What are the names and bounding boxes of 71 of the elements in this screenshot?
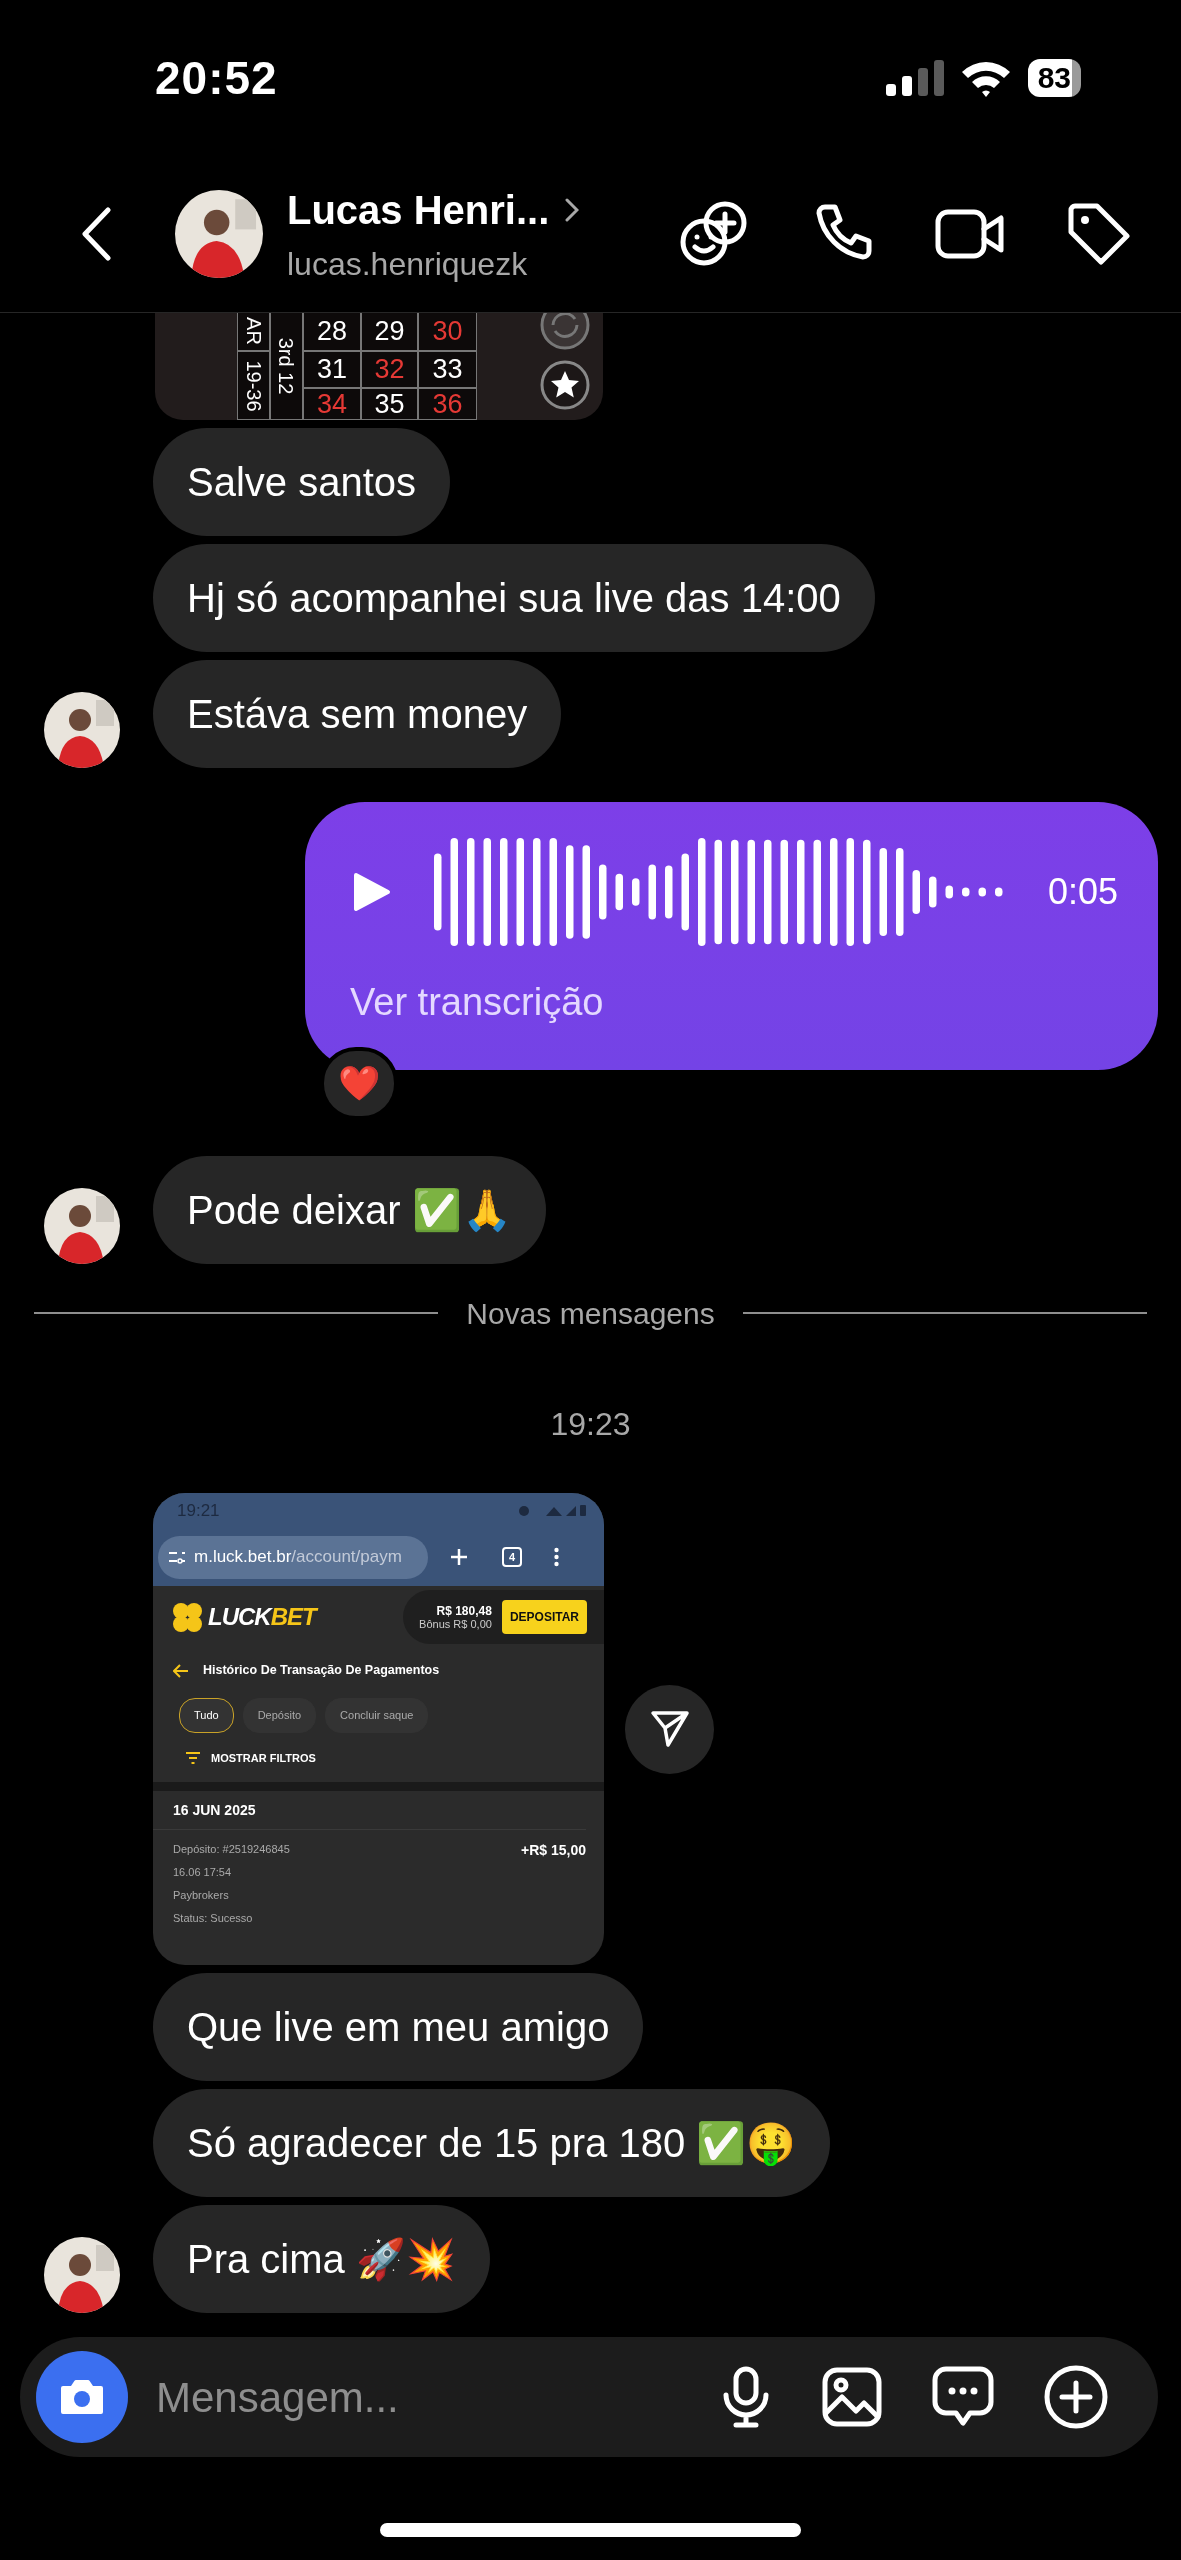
back-arrow-icon[interactable] (173, 1663, 189, 1678)
message-bubble: Que live em meu amigo (153, 1973, 644, 2081)
site-settings-icon (168, 1550, 186, 1564)
board-number: 29 (361, 313, 418, 351)
transaction-detail: Depósito: #2519246845 (173, 1842, 290, 1857)
wifi-icon (546, 1505, 562, 1516)
menu-icon[interactable] (554, 1547, 559, 1567)
balance-amount: R$ 180,48 (435, 1604, 492, 1617)
face-plus-icon[interactable] (679, 201, 749, 267)
board-label: 3rd 12 (274, 337, 299, 394)
board-number: 36 (418, 388, 477, 420)
plus-icon[interactable] (450, 1548, 468, 1566)
message-bubble: Estáva sem money (153, 660, 562, 768)
chat-bubble-icon[interactable] (932, 2366, 994, 2428)
battery-icon (580, 1505, 586, 1516)
message-bubble: Hj só acompanhei sua live das 14:00 (153, 544, 875, 652)
image-icon[interactable] (822, 2367, 882, 2427)
phone-clock: 19:21 (177, 1499, 220, 1522)
board-number: 32 (361, 351, 418, 388)
filters-link[interactable]: MOSTRAR FILTROS (211, 1749, 316, 1767)
board-number: 33 (418, 351, 477, 388)
board-number: 30 (418, 313, 477, 351)
message-bubble: Pode deixar ✅🙏 (153, 1156, 546, 1264)
transaction-detail: 16.06 17:54 (173, 1865, 233, 1880)
filter-chip[interactable]: Concluir saque (325, 1698, 429, 1733)
plus-icon[interactable] (1044, 2365, 1108, 2429)
video-camera-icon[interactable] (935, 209, 1005, 259)
transcription-link[interactable]: Ver transcrição (350, 974, 604, 1031)
transaction-detail: Status: Sucesso (173, 1911, 254, 1926)
signal-icon (885, 60, 944, 96)
new-messages-label: Novas mensagens (466, 1295, 715, 1332)
address-bar[interactable]: m.luck.bet.br/account/paym (158, 1535, 428, 1579)
message-composer[interactable]: Mensagem... (20, 2337, 1158, 2457)
board-label: AR (241, 317, 266, 345)
battery-level: 83 (1027, 59, 1081, 97)
message-field[interactable]: Mensagem... (154, 2364, 720, 2430)
board-number: 28 (303, 313, 361, 351)
play-icon[interactable] (353, 871, 391, 913)
transaction-date: 16 JUN 2025 (173, 1802, 256, 1818)
board-number: 34 (303, 388, 361, 420)
contact-name[interactable]: Lucas Henri... (287, 180, 550, 240)
board-number: 31 (303, 351, 361, 388)
replay-icon (539, 313, 591, 351)
contact-username: lucas.henriquezk (287, 245, 529, 284)
clock-time: 20:52 (155, 50, 278, 106)
transaction-amount: +R$ 15,00 (521, 1841, 586, 1860)
message-bubble: Pra cima 🚀💥 (153, 2205, 490, 2313)
send-icon (649, 1710, 690, 1748)
url-text: m.luck.bet.br/account/paym (194, 1546, 402, 1569)
message-bubble: Salve santos (153, 428, 451, 536)
brand-logo: LUCKBET (208, 1602, 316, 1632)
clover-icon (171, 1600, 204, 1634)
chevron-icon (565, 198, 580, 222)
page-title: Histórico De Transação De Pagamentos (203, 1662, 440, 1680)
back-icon[interactable] (80, 207, 112, 261)
filter-chip[interactable]: Depósito (242, 1698, 317, 1733)
message-bubble: Só agradecer de 15 pra 180 ✅🤑 (153, 2089, 831, 2197)
board-label: 19-36 (241, 359, 266, 412)
deposit-button[interactable]: DEPOSITAR (501, 1600, 587, 1634)
tag-icon[interactable] (1067, 202, 1131, 266)
camera-icon (59, 2378, 105, 2416)
board-number: 35 (361, 388, 418, 420)
filter-chip[interactable]: Tudo (179, 1698, 234, 1733)
signal-icon (566, 1505, 576, 1516)
bonus-amount: Bônus R$ 0,00 (419, 1618, 492, 1630)
transaction-detail: Paybrokers (173, 1888, 230, 1903)
camera-button[interactable] (36, 2351, 128, 2443)
tab-count[interactable]: 4 (502, 1547, 522, 1567)
filter-icon[interactable] (185, 1752, 201, 1764)
timestamp: 19:23 (550, 1406, 631, 1442)
voice-duration: 0:05 (1047, 870, 1118, 914)
